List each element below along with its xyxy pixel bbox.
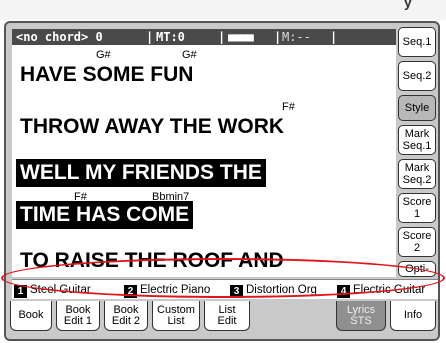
lyric-line: THROW AWAY THE WORK [20,115,285,138]
measure-readout: M:-- [282,30,311,44]
status-separator: | [330,30,338,44]
track-number: 3 [230,285,243,298]
bottom-tab-bar: Book Book Edit 1 Book Edit 2 Custom List… [6,299,438,339]
tab-book-edit-1[interactable]: Book Edit 1 [56,301,100,331]
mt-readout: MT:0 [156,30,185,44]
cropped-top-strip: y [0,0,446,20]
tab-mark-seq2[interactable]: Mark Seq.2 [398,159,436,189]
level-meter-icon: ■■■■ [228,30,254,44]
track-bar: 1 Steel Guitar 2 Electric Piano 3 Distortio… [12,279,438,299]
status-separator: | [146,30,154,44]
lyric-line-highlighted: WELL MY FRIENDS THE [16,159,266,187]
tab-info[interactable]: Info [390,301,436,331]
track-item[interactable]: 4 Electric Guitar [337,283,425,298]
track-item[interactable]: 2 Electric Piano [124,283,210,298]
lyrics-area[interactable]: G# G# HAVE SOME FUN F# THROW AWAY THE WO… [12,45,396,277]
tab-mark-seq1[interactable]: Mark Seq.1 [398,125,436,155]
tab-custom-list[interactable]: Custom List [152,301,200,331]
tab-score2[interactable]: Score 2 [398,227,436,257]
tab-book[interactable]: Book [10,301,52,331]
lyric-line: HAVE SOME FUN [20,63,194,86]
tab-score1[interactable]: Score 1 [398,193,436,223]
chord-label: G# [182,49,197,61]
tab-style[interactable]: Style [398,95,436,121]
tab-list-edit[interactable]: List Edit [204,301,250,331]
track-number: 4 [337,285,350,298]
track-name: Electric Piano [140,284,211,296]
tab-book-edit-2[interactable]: Book Edit 2 [104,301,148,331]
track-name: Steel Guitar [30,284,91,296]
track-name: Distortion Org [246,284,317,296]
chord-label: F# [282,101,295,113]
chord-label: G# [96,49,111,61]
track-item[interactable]: 3 Distortion Org [230,283,317,298]
tab-options[interactable]: Opti- ons [398,261,436,277]
lyric-line-highlighted: TIME HAS COME [16,201,194,229]
status-separator: | [274,30,282,44]
track-item[interactable]: 1 Steel Guitar [14,283,91,298]
display-screen: <no chord> 0 | MT:0 | ■■■■ | M:-- | G# G… [4,21,440,341]
status-bar: <no chord> 0 | MT:0 | ■■■■ | M:-- | [12,29,396,45]
tab-seq2[interactable]: Seq.2 [398,61,436,91]
chord-readout: <no chord> 0 [16,30,103,44]
track-number: 1 [14,285,27,298]
track-number: 2 [124,285,137,298]
tab-lyrics-sts[interactable]: Lyrics STS [336,301,386,331]
cropped-heading-fragment: y [404,0,412,10]
tab-seq1[interactable]: Seq.1 [398,27,436,57]
lyric-line: TO RAISE THE ROOF AND [20,249,284,272]
track-name: Electric Guitar [353,284,426,296]
status-separator: | [218,30,226,44]
